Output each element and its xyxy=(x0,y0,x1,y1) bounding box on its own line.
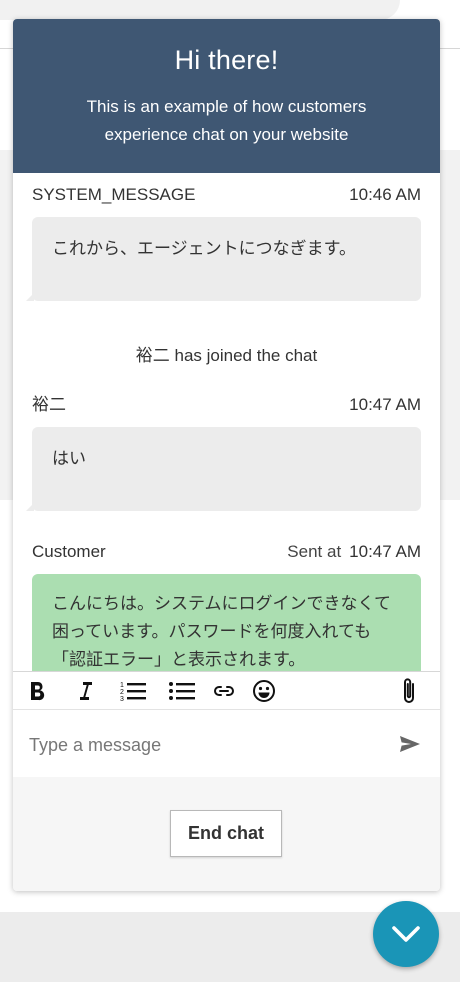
chat-title: Hi there! xyxy=(174,45,279,75)
message-sender: Customer xyxy=(32,542,106,561)
join-event: 裕二 has joined the chat xyxy=(135,346,318,365)
page-top-shape xyxy=(0,0,400,20)
chat-widget: Hi there! This is an example of how cust… xyxy=(13,19,440,891)
italic-icon[interactable] xyxy=(75,678,95,704)
message-customer: Customer Sent at 10:47 AM こんにちは。システムにログイン… xyxy=(32,540,421,671)
numbered-list-icon[interactable]: 123 xyxy=(119,678,147,704)
emoji-icon[interactable] xyxy=(252,678,276,704)
message-time: 10:47 AM xyxy=(349,395,421,414)
message-composer xyxy=(13,710,440,777)
message-sender: 裕二 xyxy=(32,395,66,414)
message-input[interactable] xyxy=(27,730,371,760)
end-chat-button[interactable]: End chat xyxy=(170,810,282,857)
svg-text:2: 2 xyxy=(120,689,124,696)
message-time: 10:46 AM xyxy=(349,185,421,204)
message-text: こんにちは。システムにログインできなくて困っています。パスワードを何度入れても「… xyxy=(52,594,391,669)
attachment-icon[interactable] xyxy=(399,676,419,706)
chat-transcript[interactable]: SYSTEM_MESSAGE 10:46 AM これから、エージェントにつなぎま… xyxy=(13,173,440,671)
svg-text:3: 3 xyxy=(120,696,124,702)
message-system: SYSTEM_MESSAGE 10:46 AM これから、エージェントにつなぎま… xyxy=(26,183,421,301)
message-agent: 裕二 10:47 AM はい xyxy=(26,393,421,511)
message-time: 10:47 AM xyxy=(349,542,421,561)
bulleted-list-icon[interactable] xyxy=(168,678,196,704)
svg-text:1: 1 xyxy=(120,682,124,689)
sent-at-label: Sent at xyxy=(287,542,342,561)
send-icon[interactable] xyxy=(399,735,421,753)
formatting-toolbar: 123 xyxy=(13,671,440,710)
chat-footer: End chat xyxy=(13,777,440,891)
message-sender: SYSTEM_MESSAGE xyxy=(32,185,196,204)
message-bubble: これから、エージェントにつなぎます。 xyxy=(26,217,421,301)
message-text: これから、エージェントにつなぎます。 xyxy=(52,239,356,258)
message-bubble: こんにちは。システムにログインできなくて困っています。パスワードを何度入れても「… xyxy=(32,574,421,671)
bold-icon[interactable] xyxy=(27,678,47,704)
chat-subtitle: This is an example of how customers expe… xyxy=(86,97,367,144)
chevron-down-icon xyxy=(392,926,420,942)
link-icon[interactable] xyxy=(213,678,235,704)
chat-header: Hi there! This is an example of how cust… xyxy=(13,19,440,173)
minimize-chat-button[interactable] xyxy=(373,901,439,967)
message-bubble: はい xyxy=(26,427,421,511)
message-text: はい xyxy=(52,449,86,468)
